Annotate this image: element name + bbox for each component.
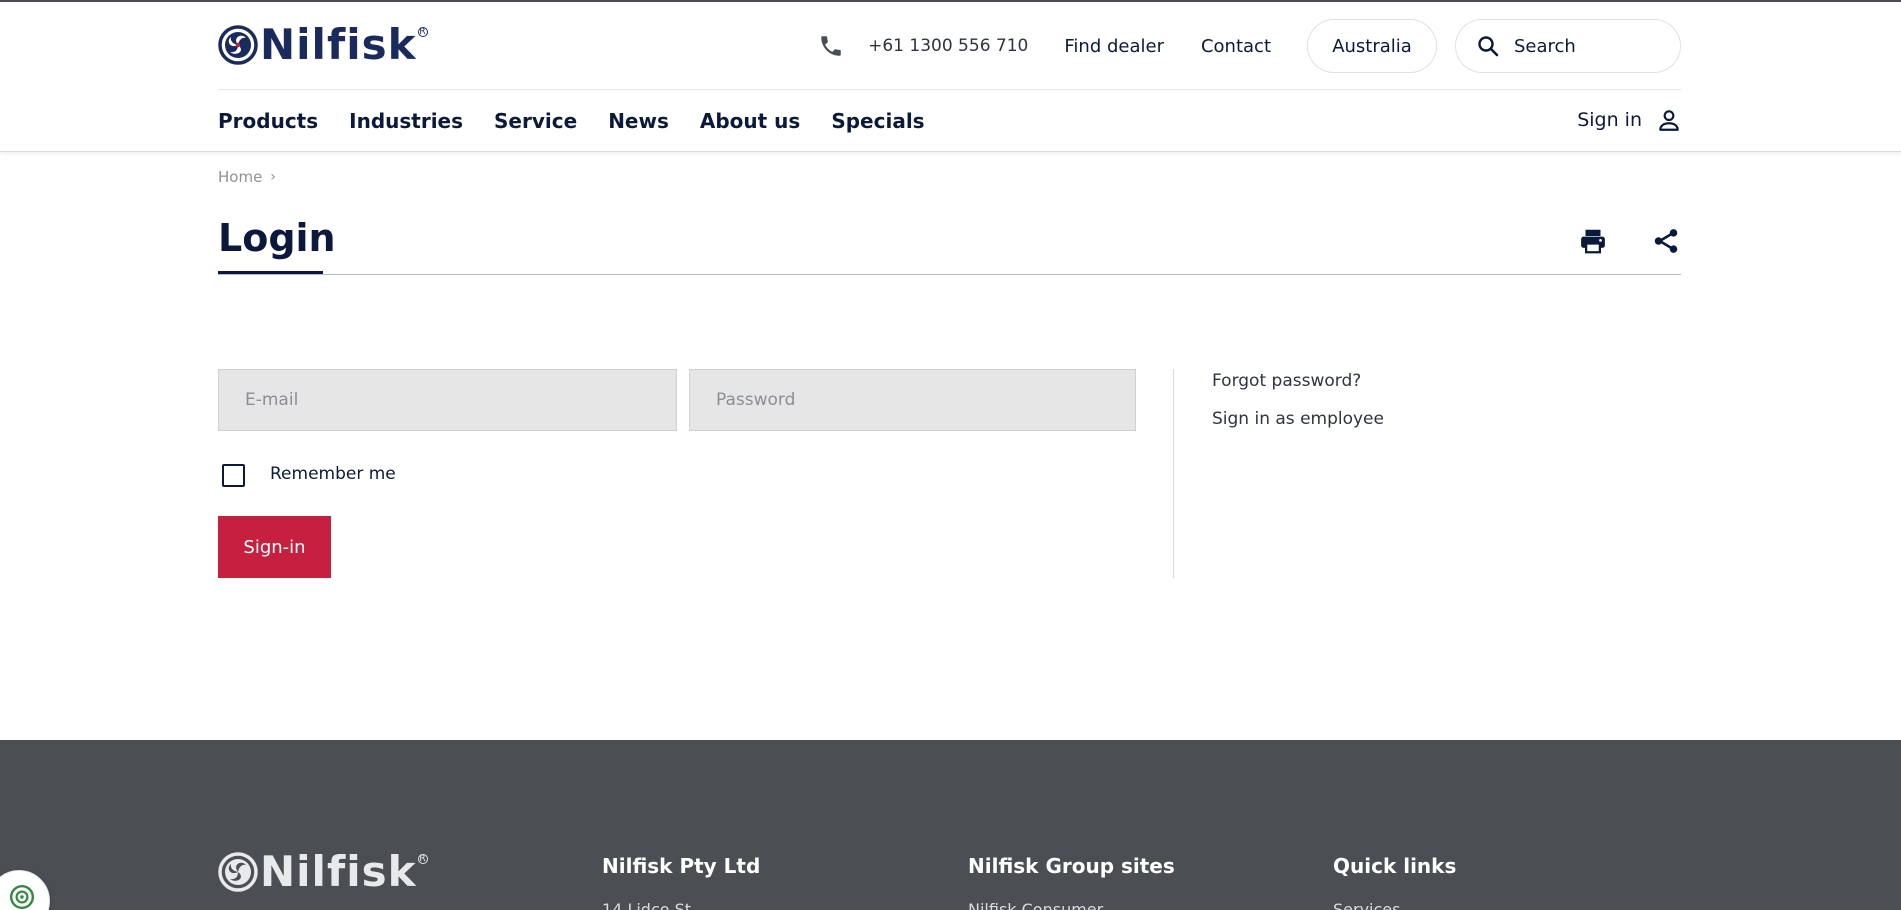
nav-item-specials[interactable]: Specials: [831, 109, 924, 133]
nav-item-products[interactable]: Products: [218, 109, 318, 133]
remember-me-checkbox[interactable]: [222, 464, 245, 487]
user-icon: [1659, 110, 1679, 131]
cookie-consent-icon: [9, 884, 35, 910]
nav-item-about-us[interactable]: About us: [700, 109, 800, 133]
sign-in-button[interactable]: Sign-in: [218, 516, 331, 578]
nav-item-service[interactable]: Service: [494, 109, 577, 133]
country-selector[interactable]: Australia: [1307, 19, 1437, 73]
footer-company-title: Nilfisk Pty Ltd: [602, 854, 761, 878]
breadcrumb: Home ›: [218, 168, 276, 186]
footer-quick-links-title: Quick links: [1333, 854, 1457, 878]
phone-contact[interactable]: +61 1300 556 710: [818, 33, 1028, 59]
password-field[interactable]: [689, 369, 1136, 431]
title-underline: [218, 271, 323, 274]
forgot-password-link[interactable]: Forgot password?: [1212, 371, 1361, 391]
search-placeholder: Search: [1514, 35, 1576, 57]
find-dealer-link[interactable]: Find dealer: [1064, 36, 1164, 57]
main-nav: Products Industries Service News About u…: [218, 109, 956, 133]
page-title: Login: [218, 216, 336, 260]
registered-mark: R: [417, 854, 428, 864]
contact-link[interactable]: Contact: [1201, 36, 1271, 57]
employee-sign-in-link[interactable]: Sign in as employee: [1212, 409, 1384, 429]
form-divider: [1173, 369, 1174, 578]
sign-in-label: Sign in: [1577, 109, 1642, 131]
registered-mark: R: [417, 27, 428, 37]
title-divider: [218, 274, 1681, 275]
phone-number: +61 1300 556 710: [868, 36, 1029, 56]
phone-icon: [821, 36, 841, 56]
footer-group-site-link[interactable]: Nilfisk Consumer: [968, 900, 1103, 910]
sign-in-link[interactable]: Sign in: [1577, 107, 1682, 133]
utility-bar: +61 1300 556 710 Find dealer Contact Aus…: [818, 19, 1681, 73]
nav-item-news[interactable]: News: [608, 109, 669, 133]
breadcrumb-separator: ›: [270, 169, 276, 185]
nav-item-industries[interactable]: Industries: [349, 109, 463, 133]
footer-group-sites-title: Nilfisk Group sites: [968, 854, 1175, 878]
footer-logo-wordmark: Nilfisk: [260, 847, 417, 896]
header-divider: [218, 89, 1681, 90]
nilfisk-logo[interactable]: Nilfisk R: [218, 23, 428, 67]
search-icon: [1478, 36, 1499, 57]
print-icon[interactable]: [1578, 226, 1608, 256]
search-box[interactable]: Search: [1455, 19, 1681, 73]
email-field[interactable]: [218, 369, 677, 431]
site-footer: Nilfisk R Nilfisk Pty Ltd 14 Lidco St Ni…: [0, 740, 1901, 910]
share-icon[interactable]: [1651, 226, 1681, 256]
site-header: Nilfisk R +61 1300 556 710 Find dealer C…: [0, 2, 1901, 152]
logo-wordmark: Nilfisk: [260, 20, 417, 69]
footer-quick-link[interactable]: Services: [1333, 900, 1400, 910]
nilfisk-logo-icon: [218, 25, 258, 65]
footer-logo[interactable]: Nilfisk R: [218, 850, 428, 894]
footer-company-address: 14 Lidco St: [602, 900, 692, 910]
nilfisk-logo-icon: [218, 852, 258, 892]
breadcrumb-home[interactable]: Home: [218, 168, 262, 186]
remember-me-label: Remember me: [270, 464, 396, 484]
